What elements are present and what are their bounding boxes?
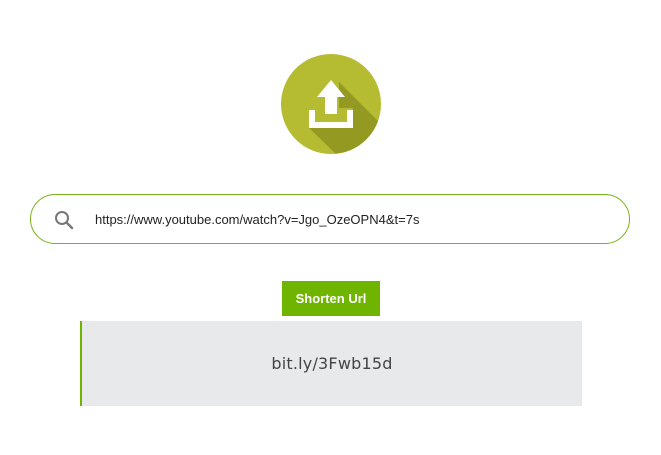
short-url-link[interactable]: bit.ly/3Fwb15d [271,354,392,373]
shorten-url-button[interactable]: Shorten Url [282,281,380,316]
search-icon [53,209,75,231]
result-panel: bit.ly/3Fwb15d [80,321,582,406]
url-shortener-page: Shorten Url bit.ly/3Fwb15d [0,0,661,455]
url-search-bar [30,194,630,244]
url-input[interactable] [95,205,605,233]
upload-logo-icon [281,54,381,154]
